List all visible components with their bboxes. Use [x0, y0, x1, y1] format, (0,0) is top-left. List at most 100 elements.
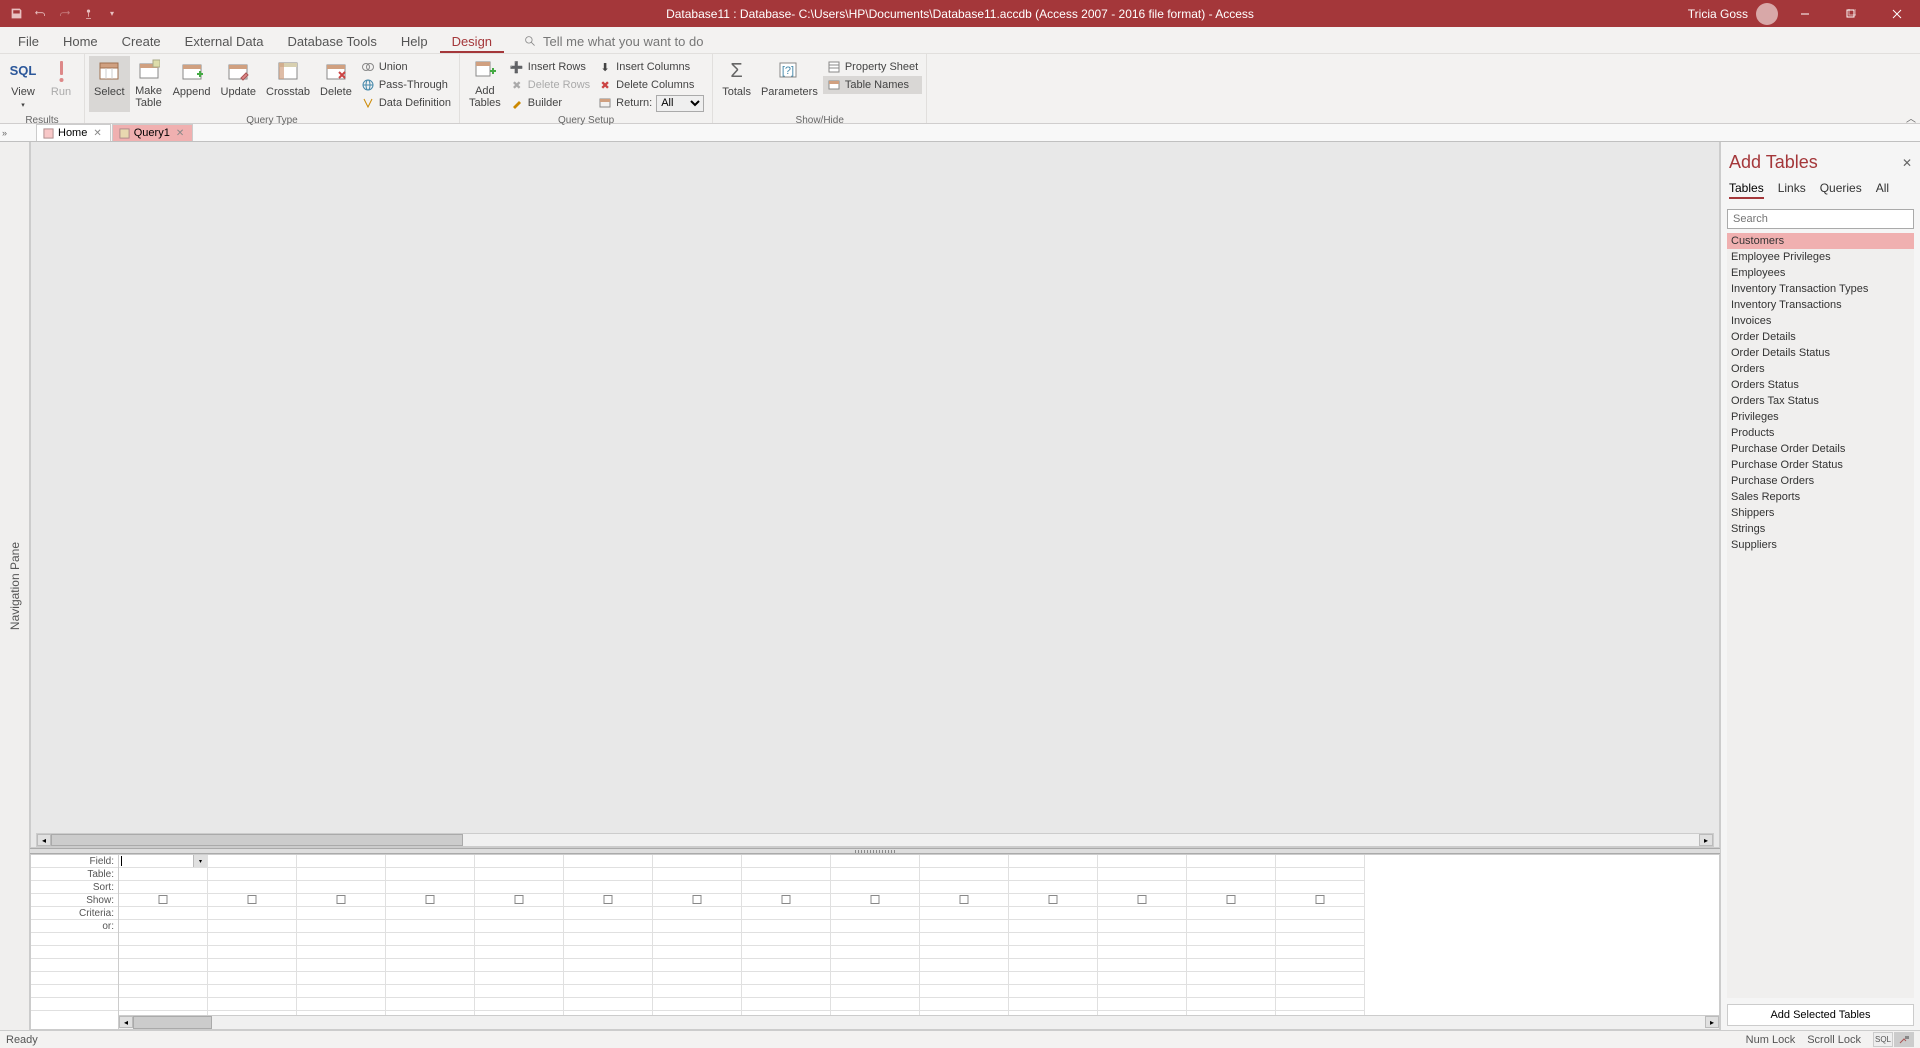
grid-cell[interactable] — [386, 985, 474, 998]
maximize-button[interactable] — [1832, 0, 1870, 27]
grid-cell[interactable] — [208, 946, 296, 959]
grid-cell[interactable] — [386, 946, 474, 959]
grid-cell[interactable] — [1009, 998, 1097, 1011]
grid-cell[interactable] — [1098, 985, 1186, 998]
grid-cell[interactable] — [386, 894, 474, 907]
design-surface[interactable]: ◂ ▸ — [30, 142, 1720, 848]
grid-cell[interactable] — [564, 920, 652, 933]
grid-cell[interactable] — [1098, 907, 1186, 920]
grid-cell[interactable] — [1187, 959, 1275, 972]
grid-cell[interactable] — [1187, 894, 1275, 907]
scroll-left-icon[interactable]: ◂ — [37, 834, 51, 846]
grid-cell[interactable] — [119, 920, 207, 933]
grid-column[interactable] — [208, 855, 297, 1029]
list-item[interactable]: Orders — [1727, 361, 1914, 377]
grid-cell[interactable] — [1276, 998, 1364, 1011]
checkbox[interactable] — [1227, 895, 1236, 904]
grid-cell[interactable] — [208, 972, 296, 985]
list-item[interactable]: Order Details Status — [1727, 345, 1914, 361]
grid-cell[interactable] — [297, 959, 385, 972]
grid-cell[interactable] — [1187, 868, 1275, 881]
grid-cell[interactable] — [564, 933, 652, 946]
grid-cell[interactable] — [564, 894, 652, 907]
grid-cell[interactable] — [831, 920, 919, 933]
grid-cell[interactable] — [920, 998, 1008, 1011]
grid-cell[interactable] — [119, 959, 207, 972]
scroll-left-icon[interactable]: ◂ — [119, 1016, 133, 1028]
grid-cell[interactable] — [1187, 985, 1275, 998]
grid-cell[interactable] — [920, 946, 1008, 959]
grid-cell[interactable] — [119, 985, 207, 998]
list-item[interactable]: Shippers — [1727, 505, 1914, 521]
add-tables-tab-queries[interactable]: Queries — [1820, 181, 1862, 199]
design-view-button[interactable] — [1894, 1032, 1914, 1047]
grid-cell[interactable] — [475, 998, 563, 1011]
grid-cell[interactable] — [208, 933, 296, 946]
grid-column[interactable] — [742, 855, 831, 1029]
return-select[interactable]: All — [656, 95, 704, 112]
grid-cell[interactable] — [297, 946, 385, 959]
close-panel-icon[interactable]: ✕ — [1902, 156, 1912, 170]
grid-cell[interactable] — [1187, 920, 1275, 933]
touch-mode-icon[interactable] — [80, 6, 96, 22]
tab-help[interactable]: Help — [389, 29, 440, 53]
add-tables-tab-links[interactable]: Links — [1778, 181, 1806, 199]
grid-cell[interactable] — [297, 894, 385, 907]
grid-cell[interactable] — [297, 998, 385, 1011]
grid-cell[interactable] — [386, 920, 474, 933]
grid-cell[interactable] — [119, 933, 207, 946]
grid-cell[interactable] — [386, 907, 474, 920]
grid-cell[interactable] — [920, 868, 1008, 881]
add-tables-tab-tables[interactable]: Tables — [1729, 181, 1764, 199]
grid-cell[interactable] — [742, 855, 830, 868]
grid-cell[interactable] — [1009, 868, 1097, 881]
chevron-down-icon[interactable]: ▾ — [193, 855, 207, 867]
grid-cell[interactable] — [1187, 881, 1275, 894]
grid-cell[interactable] — [297, 972, 385, 985]
grid-cell[interactable] — [742, 920, 830, 933]
grid-cell[interactable] — [564, 998, 652, 1011]
grid-cell[interactable] — [653, 907, 741, 920]
grid-cell[interactable] — [742, 933, 830, 946]
grid-cell[interactable] — [920, 894, 1008, 907]
grid-cell[interactable] — [208, 907, 296, 920]
grid-cell[interactable] — [475, 985, 563, 998]
add-selected-tables-button[interactable]: Add Selected Tables — [1727, 1004, 1914, 1026]
list-item[interactable]: Customers — [1727, 233, 1914, 249]
grid-column[interactable] — [475, 855, 564, 1029]
property-sheet-button[interactable]: Property Sheet — [823, 58, 922, 76]
delete-rows-button[interactable]: ✖ Delete Rows — [506, 76, 594, 94]
grid-cell[interactable] — [742, 894, 830, 907]
scroll-track[interactable] — [51, 834, 1699, 846]
grid-cell[interactable] — [208, 881, 296, 894]
grid-cell[interactable] — [386, 959, 474, 972]
collapse-ribbon-icon[interactable]: ︿ — [1906, 110, 1916, 125]
grid-cell[interactable] — [386, 868, 474, 881]
grid-cell[interactable] — [742, 946, 830, 959]
grid-cell[interactable] — [119, 881, 207, 894]
grid-cell[interactable] — [119, 946, 207, 959]
grid-column[interactable] — [831, 855, 920, 1029]
grid-cell[interactable] — [1009, 985, 1097, 998]
grid-cell[interactable] — [208, 855, 296, 868]
grid-cell[interactable] — [1276, 855, 1364, 868]
grid-cell[interactable] — [742, 959, 830, 972]
grid-cell[interactable] — [564, 946, 652, 959]
grid-cell[interactable] — [119, 907, 207, 920]
grid-cell[interactable] — [742, 868, 830, 881]
grid-cell[interactable] — [831, 998, 919, 1011]
grid-column[interactable] — [920, 855, 1009, 1029]
grid-cell[interactable] — [297, 881, 385, 894]
sql-view-button[interactable]: SQL — [1873, 1032, 1893, 1047]
grid-cell[interactable] — [1187, 907, 1275, 920]
grid-cell[interactable] — [831, 972, 919, 985]
pass-through-button[interactable]: Pass-Through — [357, 76, 455, 94]
select-button[interactable]: Select — [89, 56, 130, 112]
grid-column[interactable] — [1276, 855, 1365, 1029]
grid-cell[interactable] — [386, 881, 474, 894]
delete-columns-button[interactable]: ✖ Delete Columns — [594, 76, 708, 94]
scroll-track[interactable] — [133, 1016, 1705, 1029]
grid-cell[interactable] — [1009, 881, 1097, 894]
grid-column[interactable] — [1187, 855, 1276, 1029]
grid-cell[interactable] — [831, 985, 919, 998]
